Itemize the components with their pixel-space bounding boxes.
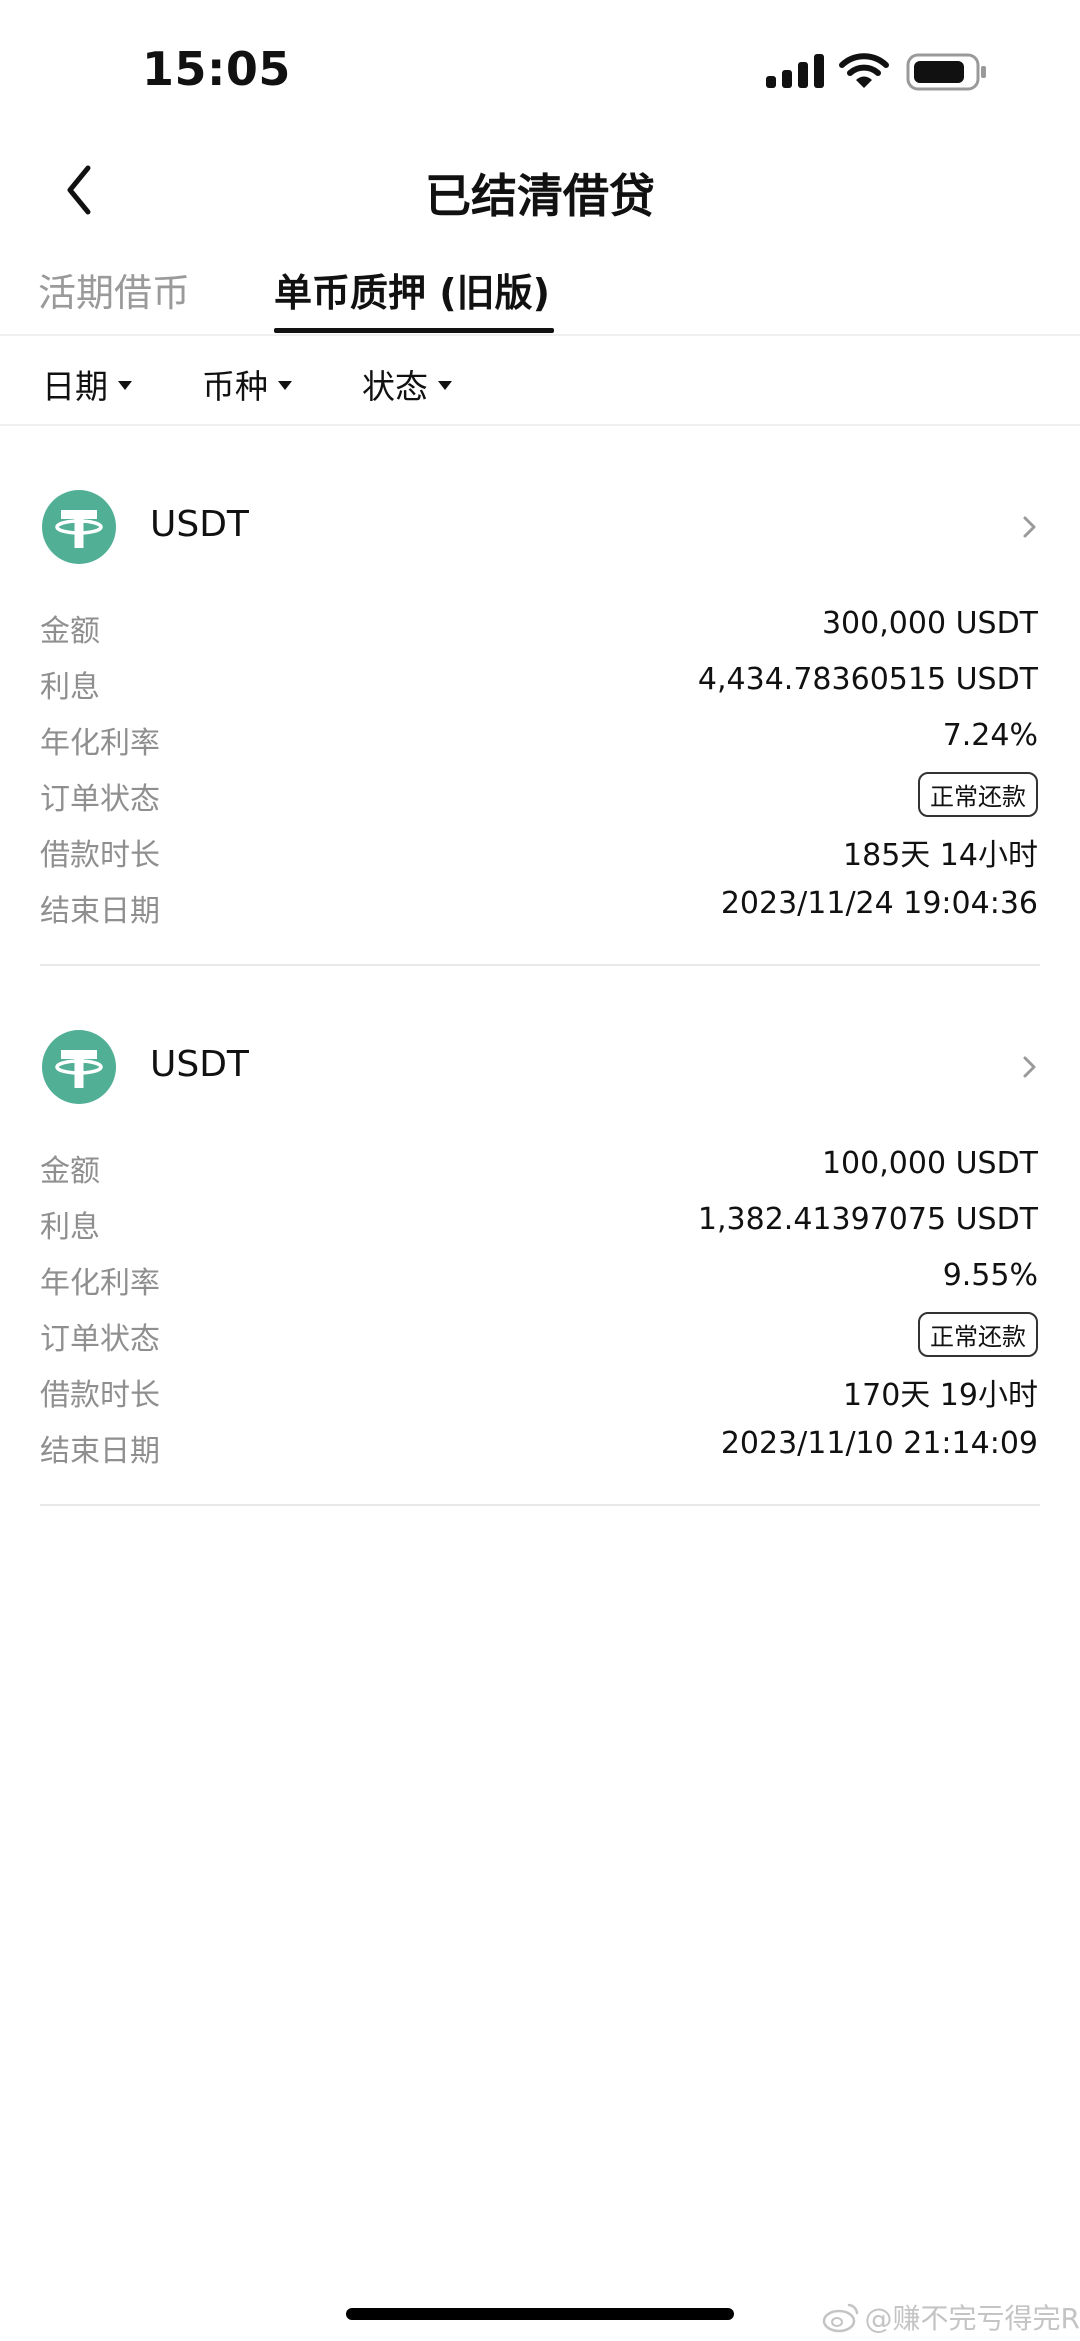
- tabs-divider: [0, 334, 1080, 336]
- apr-label: 年化利率: [40, 1266, 160, 1301]
- interest-label: 利息: [40, 1210, 100, 1245]
- interest-value: 4,434.78360515 USDT: [697, 662, 1038, 697]
- amount-label: 金额: [40, 1154, 100, 1189]
- filter-date[interactable]: 日期: [42, 360, 132, 408]
- interest-label: 利息: [40, 670, 100, 705]
- card-divider: [40, 1504, 1040, 1506]
- amount-label: 金额: [40, 614, 100, 649]
- coin-name: USDT: [150, 504, 249, 545]
- watermark-text: @赚不完亏得完R: [864, 2302, 1080, 2335]
- wifi-icon: [839, 53, 889, 88]
- end-date-value: 2023/11/24 19:04:36: [720, 886, 1038, 921]
- filter-status-label: 状态: [362, 367, 428, 406]
- end-date-value: 2023/11/10 21:14:09: [720, 1426, 1038, 1461]
- caret-down-icon: [438, 380, 452, 390]
- coin-name: USDT: [150, 1044, 249, 1085]
- filter-date-label: 日期: [42, 367, 108, 406]
- page-title: 已结清借贷: [425, 169, 655, 223]
- duration-label: 借款时长: [40, 838, 160, 873]
- usdt-coin-icon: [42, 490, 116, 564]
- filter-status[interactable]: 状态: [362, 360, 452, 408]
- interest-value: 1,382.41397075 USDT: [697, 1202, 1038, 1237]
- duration-value: 170天 19小时: [843, 1378, 1038, 1413]
- status-badge: 正常还款: [918, 772, 1038, 817]
- apr-label: 年化利率: [40, 726, 160, 761]
- battery-icon: [906, 53, 986, 91]
- apr-value: 7.24%: [942, 718, 1038, 753]
- filters-divider: [0, 424, 1080, 426]
- duration-value: 185天 14小时: [843, 838, 1038, 873]
- end-date-label: 结束日期: [40, 894, 160, 929]
- end-date-label: 结束日期: [40, 1434, 160, 1469]
- status-badge: 正常还款: [918, 1312, 1038, 1357]
- signal-icon: [766, 54, 826, 88]
- duration-label: 借款时长: [40, 1378, 160, 1413]
- tab-single-coin-pledge[interactable]: 单币质押 (旧版): [274, 262, 550, 317]
- watermark: @赚不完亏得完R: [821, 2297, 1080, 2337]
- status-time: 15:05: [142, 42, 291, 96]
- amount-value: 100,000 USDT: [821, 1146, 1038, 1181]
- tab-flexible-loan[interactable]: 活期借币: [38, 262, 190, 317]
- caret-down-icon: [118, 380, 132, 390]
- filter-coin[interactable]: 币种: [202, 360, 292, 408]
- order-status-label: 订单状态: [40, 782, 160, 817]
- home-indicator[interactable]: [346, 2308, 734, 2320]
- filter-coin-label: 币种: [202, 367, 268, 406]
- caret-down-icon: [278, 380, 292, 390]
- weibo-icon: [822, 2303, 858, 2333]
- chevron-right-icon[interactable]: [1020, 1052, 1040, 1082]
- card-divider: [40, 964, 1040, 966]
- active-tab-indicator: [274, 328, 554, 333]
- order-status-label: 订单状态: [40, 1322, 160, 1357]
- chevron-right-icon[interactable]: [1020, 512, 1040, 542]
- usdt-coin-icon: [42, 1030, 116, 1104]
- apr-value: 9.55%: [942, 1258, 1038, 1293]
- amount-value: 300,000 USDT: [821, 606, 1038, 641]
